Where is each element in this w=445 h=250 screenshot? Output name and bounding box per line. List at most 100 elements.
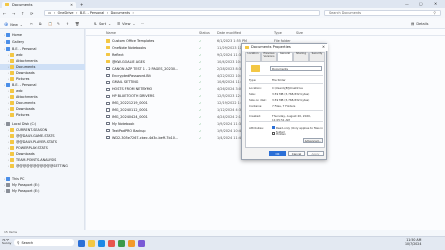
- navigation-pane: › Home › Gallery › B.E. - Personal › wdc › Attach…: [0, 29, 85, 236]
- tab-previous-versions[interactable]: Previous Versions: [261, 52, 277, 61]
- file-name-text: IMG_20240112_0001: [112, 108, 148, 112]
- sidebar-item-label: @@DAILY-GAME-STATS: [16, 134, 55, 138]
- file-status: ✓: [199, 80, 202, 85]
- app-icon[interactable]: [138, 239, 145, 247]
- file-icon: [106, 101, 110, 105]
- maximize-button[interactable]: ▢: [419, 1, 423, 6]
- file-name: WD2-305e7267-cbec-4d3c-beff-7b10...: [106, 136, 178, 140]
- breadcrumb-separator: ›: [106, 10, 109, 15]
- divider: [249, 83, 323, 84]
- file-status: ✓: [199, 73, 202, 78]
- contains-label: Contains:: [249, 104, 263, 108]
- refresh-icon[interactable]: ⟳: [30, 11, 33, 16]
- clock[interactable]: 11:50 AM 10/7/2024: [405, 238, 421, 246]
- sidebar-item-label: Pictures: [16, 113, 30, 117]
- details-button[interactable]: ▤ Details: [411, 22, 428, 26]
- more-button[interactable]: ···: [141, 22, 144, 26]
- up-arrow-icon[interactable]: ↑: [21, 11, 24, 16]
- tab-close-icon[interactable]: ✕: [70, 3, 73, 7]
- details-label: Details: [416, 22, 429, 26]
- tab-sharing[interactable]: Sharing: [293, 52, 309, 61]
- file-name-text: @KW-GOALIE AGES: [112, 59, 145, 64]
- search-input[interactable]: Search Documents ⚲: [324, 9, 441, 16]
- sort-button[interactable]: ⇅ Sort ⌄: [94, 22, 111, 26]
- file-name: TextPadPRO Backup: [106, 129, 146, 133]
- column-size[interactable]: Size: [296, 31, 303, 35]
- sidebar-item[interactable]: › Pictures: [0, 112, 85, 118]
- weather-widget[interactable]: 71°F Sunny: [2, 238, 11, 246]
- breadcrumb-onedrive[interactable]: OneDrive: [58, 11, 74, 15]
- sidebar-item-label: My Passport (E:): [12, 189, 40, 193]
- delete-icon[interactable]: 🗑: [75, 22, 79, 26]
- app-icon[interactable]: [118, 239, 125, 247]
- apply-button[interactable]: Apply: [307, 151, 324, 156]
- tab-security[interactable]: Security: [309, 52, 325, 61]
- breadcrumb-personal[interactable]: B.E. - Personal: [80, 11, 104, 15]
- size-on-disk-label: Size on disk:: [249, 98, 267, 102]
- file-name: CANON AZP TEST 1 - 2 PAGES_20230...: [106, 67, 178, 71]
- tab-general[interactable]: General: [277, 52, 293, 61]
- new-button[interactable]: ⊕ New ⌄: [4, 22, 23, 28]
- column-type[interactable]: Type: [274, 31, 282, 35]
- minimize-button[interactable]: —: [405, 1, 409, 6]
- close-button[interactable]: ✕: [434, 1, 437, 6]
- cut-icon[interactable]: ✂: [30, 22, 33, 26]
- folder-icon: [10, 77, 14, 81]
- created-label: Created:: [249, 114, 262, 118]
- paste-icon[interactable]: 📋: [48, 22, 52, 26]
- advanced-button[interactable]: Advanced...: [303, 138, 323, 143]
- sidebar-item-label: Home: [12, 33, 23, 37]
- file-name: Reflect: [106, 53, 124, 57]
- taskbar-search-label: Search: [21, 240, 34, 245]
- sidebar-item[interactable]: › Gallery: [0, 39, 85, 45]
- size-on-disk-value: 3.59 MB (3,768,832 bytes): [272, 98, 310, 102]
- tab-location[interactable]: Location: [245, 52, 261, 61]
- hidden-checkbox[interactable]: [272, 132, 275, 135]
- folder-name-field[interactable]: Documents: [270, 66, 322, 71]
- new-tab-button[interactable]: +: [80, 2, 83, 7]
- sidebar-item-label: Downloads: [16, 152, 35, 156]
- readonly-checkbox[interactable]: [272, 126, 275, 129]
- file-status: ✓: [199, 39, 202, 43]
- ok-button[interactable]: OK: [269, 151, 286, 156]
- dialog-tabs: Location Previous Versions General Shari…: [245, 52, 325, 61]
- file-explorer-icon[interactable]: [88, 239, 95, 247]
- copy-icon[interactable]: ⧉: [39, 22, 42, 26]
- attributes-label: Attributes:: [249, 126, 264, 130]
- view-button[interactable]: ☰ View ⌄: [117, 22, 135, 26]
- address-bar[interactable]: ▭ › OneDrive › B.E. - Personal › Documen…: [44, 9, 320, 16]
- cancel-button[interactable]: Cancel: [288, 151, 305, 156]
- folder-icon: [10, 101, 14, 105]
- column-date[interactable]: Date modified: [217, 31, 241, 35]
- breadcrumb-separator: ›: [132, 10, 134, 15]
- folder-icon: [10, 107, 14, 111]
- sidebar-item[interactable]: › @@@@@@@@@@@SETTING: [0, 163, 85, 169]
- app-icon[interactable]: [128, 239, 135, 247]
- taskbar-search[interactable]: ⚲ Search: [14, 239, 74, 246]
- breadcrumb-documents[interactable]: Documents: [111, 11, 130, 15]
- file-icon: [106, 94, 110, 98]
- location-value: C:\Users\[B]\OneDrive: [272, 86, 303, 90]
- new-label: New: [10, 23, 18, 27]
- sidebar-item[interactable]: › My Passport (E:): [0, 188, 85, 194]
- dialog-close-icon[interactable]: ✕: [322, 45, 325, 49]
- back-arrow-icon[interactable]: ←: [3, 11, 6, 16]
- forward-arrow-icon[interactable]: →: [12, 11, 15, 16]
- file-status: ✓: [199, 128, 202, 133]
- sidebar-item[interactable]: › Home: [0, 32, 85, 38]
- folder-icon: [10, 71, 14, 75]
- share-icon[interactable]: ⇪: [66, 22, 69, 26]
- column-name[interactable]: Name: [106, 31, 116, 35]
- file-name-text: My Notebook: [112, 121, 135, 126]
- file-status: ✓: [199, 101, 202, 106]
- start-icon[interactable]: [78, 239, 85, 247]
- column-headers: Name Status Date modified Type Size: [86, 29, 445, 36]
- edge-icon[interactable]: [98, 239, 105, 247]
- folder-icon: [245, 45, 249, 49]
- column-status[interactable]: Status: [199, 31, 210, 35]
- rename-icon[interactable]: ✎: [57, 22, 60, 26]
- file-status: ✓: [199, 94, 202, 99]
- store-icon[interactable]: [108, 239, 115, 247]
- file-name-text: CANON AZP TEST 1 - 2 PAGES_20230...: [112, 66, 179, 71]
- folder-icon: [10, 53, 14, 57]
